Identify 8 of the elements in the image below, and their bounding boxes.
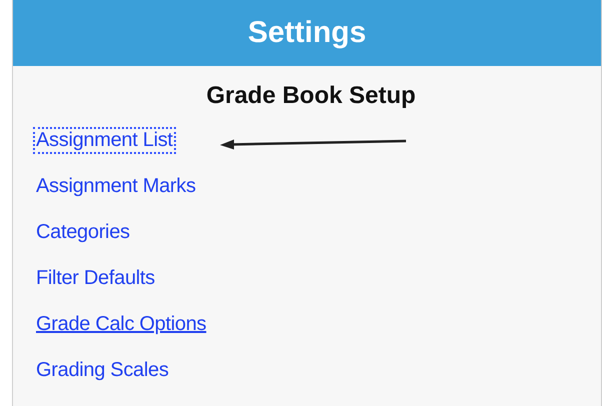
settings-link[interactable]: Grade Calc Options — [33, 310, 210, 338]
section-heading: Grade Book Setup — [205, 82, 417, 110]
settings-link[interactable]: Filter Defaults — [33, 264, 158, 292]
settings-link[interactable]: Assignment List — [33, 126, 176, 154]
panel-title: Settings — [248, 16, 366, 50]
settings-link[interactable]: Grading Scales — [33, 356, 172, 384]
settings-link[interactable]: Assignment Marks — [33, 172, 199, 200]
settings-link[interactable]: Categories — [33, 218, 133, 246]
